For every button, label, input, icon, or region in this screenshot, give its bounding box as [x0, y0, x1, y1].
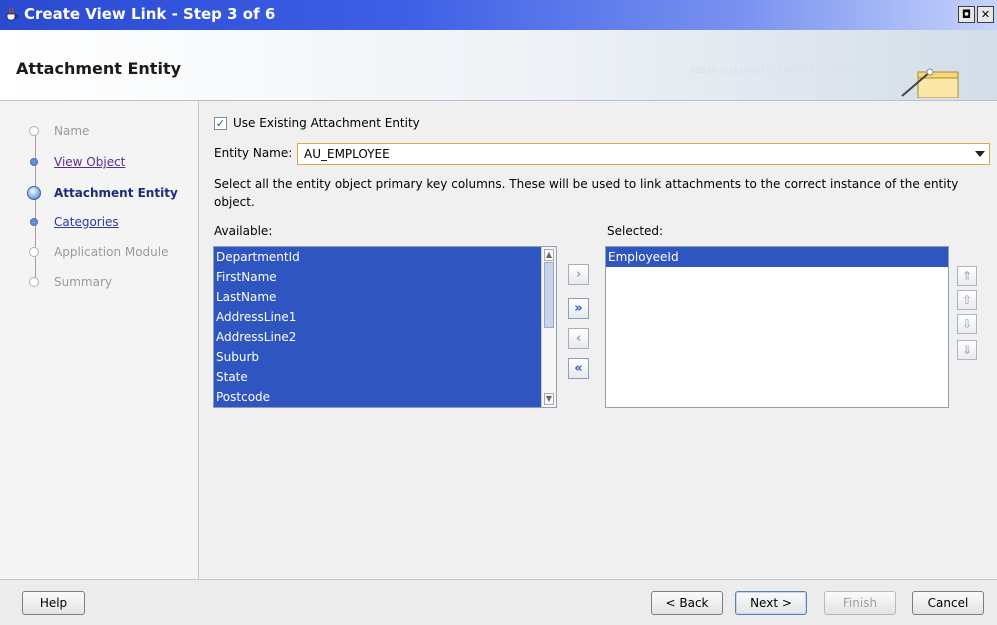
back-button-label: < Back: [665, 596, 709, 610]
step-label[interactable]: View Object: [54, 155, 125, 169]
use-existing-checkbox[interactable]: ✓: [214, 117, 227, 130]
available-label: Available:: [214, 224, 273, 238]
list-item[interactable]: State: [214, 367, 556, 387]
move-bottom-button[interactable]: ⇓: [957, 340, 977, 360]
step-application-module: Application Module: [27, 242, 169, 262]
step-label: Attachment Entity: [54, 186, 178, 200]
binary-watermark: 0101010101010101010101010101010: [690, 66, 858, 76]
close-button[interactable]: ✕: [977, 6, 994, 23]
page-title: Attachment Entity: [16, 59, 182, 78]
chevron-left-icon: ‹: [575, 331, 582, 346]
title-bar: Create View Link - Step 3 of 6 ◘ ✕: [0, 0, 997, 30]
step-label[interactable]: Categories: [54, 215, 119, 229]
list-item[interactable]: Postcode: [214, 387, 556, 407]
step-label: Name: [54, 124, 90, 138]
list-item[interactable]: AddressLine1: [214, 307, 556, 327]
step-name: Name: [27, 121, 89, 141]
step-view-object[interactable]: View Object: [27, 152, 125, 172]
move-up-button[interactable]: ⇧: [957, 290, 977, 310]
scroll-up-icon[interactable]: ▲: [544, 249, 554, 261]
dialog-window: Create View Link - Step 3 of 6 ◘ ✕ Attac…: [0, 0, 997, 625]
move-top-button[interactable]: ⇑: [957, 266, 977, 286]
folder-wand-icon: [901, 68, 959, 98]
list-item[interactable]: EmployeeId: [606, 247, 948, 267]
next-button-label: Next >: [750, 596, 792, 610]
instructions-text: Select all the entity object primary key…: [214, 177, 959, 209]
step-label: Summary: [54, 275, 112, 289]
step-dot-icon: [29, 277, 39, 287]
coffee-cup-icon: [6, 7, 19, 21]
window-title: Create View Link - Step 3 of 6: [24, 5, 276, 23]
vertical-scrollbar[interactable]: ▲ ▼: [541, 247, 556, 407]
next-button[interactable]: Next >: [735, 591, 807, 615]
step-dot-icon: [29, 126, 39, 136]
finish-button-label: Finish: [842, 596, 878, 610]
step-dot-icon: [30, 218, 38, 226]
scroll-thumb[interactable]: [544, 262, 554, 328]
remove-all-button[interactable]: «: [568, 358, 589, 379]
list-item[interactable]: DepartmentId: [214, 247, 556, 267]
wizard-header: Attachment Entity 0101010101010101010101…: [0, 30, 997, 101]
arrow-top-icon: ⇑: [961, 269, 973, 283]
arrow-down-icon: ⇩: [961, 317, 973, 331]
step-summary: Summary: [27, 272, 112, 292]
selected-label: Selected:: [607, 224, 664, 238]
list-item[interactable]: FirstName: [214, 267, 556, 287]
cancel-button[interactable]: Cancel: [912, 591, 984, 615]
double-chevron-left-icon: «: [574, 361, 583, 376]
step-dot-icon: [29, 247, 39, 257]
use-existing-label: Use Existing Attachment Entity: [233, 116, 420, 130]
entity-name-value: AU_EMPLOYEE: [304, 147, 390, 161]
entity-name-label: Entity Name:: [214, 146, 293, 160]
wizard-steps-nav: [0, 101, 199, 579]
double-chevron-right-icon: »: [574, 301, 583, 316]
available-list[interactable]: DepartmentId FirstName LastName AddressL…: [213, 246, 557, 408]
move-down-button[interactable]: ⇩: [957, 314, 977, 334]
current-step-icon: [27, 186, 41, 200]
step-attachment-entity: Attachment Entity: [27, 183, 178, 203]
step-dot-icon: [30, 158, 38, 166]
list-item[interactable]: AddressLine2: [214, 327, 556, 347]
cancel-button-label: Cancel: [927, 596, 969, 610]
scroll-down-icon[interactable]: ▼: [544, 393, 554, 405]
chevron-right-icon: ›: [575, 267, 582, 282]
finish-button[interactable]: Finish: [824, 591, 896, 615]
step-label: Application Module: [54, 245, 169, 259]
remove-selected-button[interactable]: ‹: [568, 328, 589, 349]
maximize-icon: ◘: [961, 8, 972, 21]
selected-list[interactable]: EmployeeId: [605, 246, 949, 408]
arrow-up-icon: ⇧: [961, 293, 973, 307]
help-button[interactable]: Help: [22, 591, 85, 615]
move-all-button[interactable]: »: [568, 298, 589, 319]
maximize-button[interactable]: ◘: [958, 6, 975, 23]
chevron-down-icon[interactable]: [975, 151, 985, 157]
entity-name-combobox[interactable]: AU_EMPLOYEE: [297, 143, 990, 165]
list-item[interactable]: Suburb: [214, 347, 556, 367]
checkmark-icon: ✓: [215, 117, 226, 130]
back-button[interactable]: < Back: [651, 591, 723, 615]
list-item[interactable]: LastName: [214, 287, 556, 307]
help-button-label: Help: [39, 596, 68, 610]
move-selected-button[interactable]: ›: [568, 264, 589, 285]
arrow-bottom-icon: ⇓: [961, 343, 973, 357]
step-categories[interactable]: Categories: [27, 212, 119, 232]
close-icon: ✕: [980, 8, 991, 21]
